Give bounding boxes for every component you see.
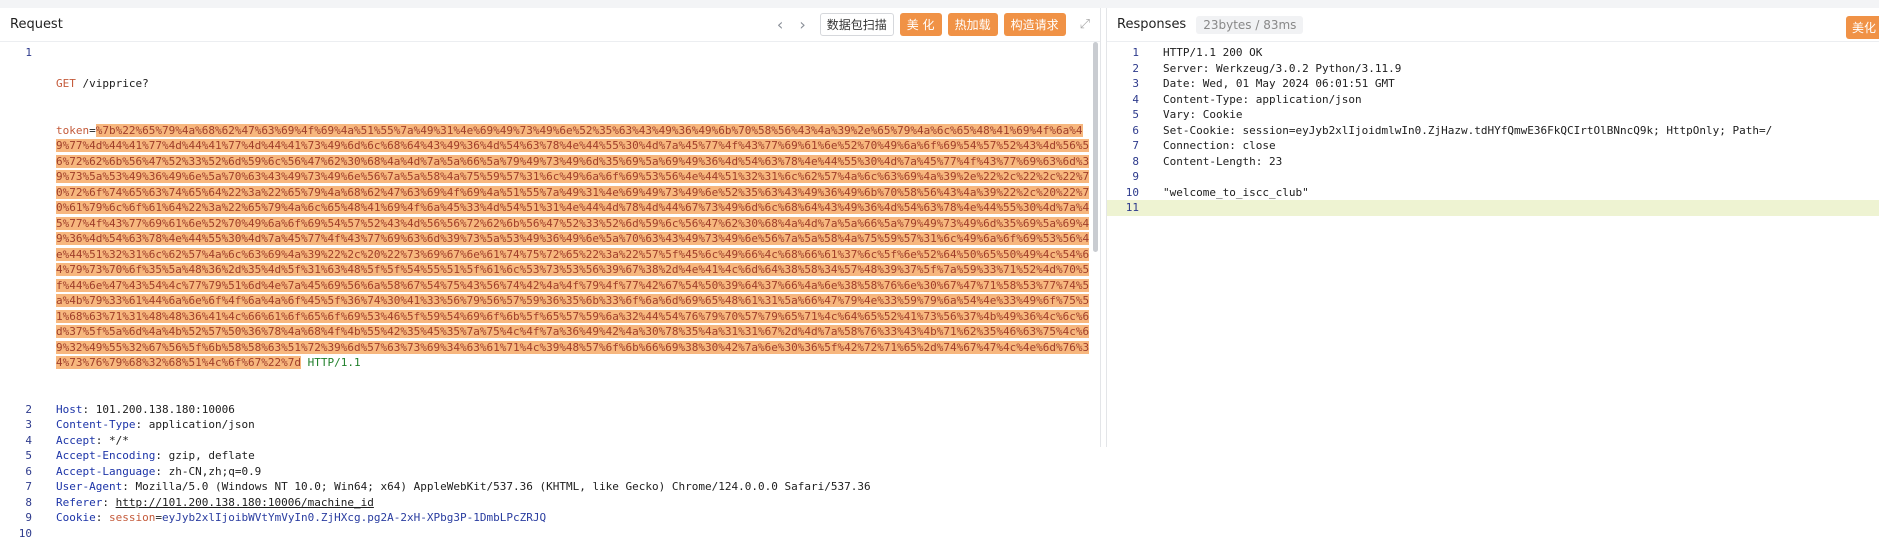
header-value-accept: */* [109, 434, 129, 447]
header-key-content-type: Content-Type [56, 418, 135, 431]
response-line: 4 Content-Type: application/json [1107, 92, 1879, 108]
response-line: 7 Connection: close [1107, 138, 1879, 154]
line-number: 1 [0, 45, 32, 402]
header-value-accept-language: zh-CN,zh;q=0.9 [169, 465, 262, 478]
header-key-host: Host [56, 403, 83, 416]
header-key-cookie: Cookie [56, 511, 96, 524]
header-key-accept: Accept [56, 434, 96, 447]
build-request-button[interactable]: 构造请求 [1004, 13, 1066, 36]
request-header: Request ‹ › 数据包扫描 美 化 热加载 构造请求 ⤢ [0, 8, 1100, 42]
packet-scan-button[interactable]: 数据包扫描 [820, 13, 894, 36]
request-title: Request [10, 17, 63, 32]
response-pane: Responses 23bytes / 83ms 美化 1 HTTP/1.1 2… [1106, 8, 1879, 447]
response-meta-badge: 23bytes / 83ms [1196, 16, 1303, 34]
editor-line: 8 Referer: http://101.200.138.180:10006/… [0, 495, 1100, 511]
expand-icon[interactable]: ⤢ [1080, 17, 1090, 32]
response-line: 5 Vary: Cookie [1107, 107, 1879, 123]
request-path: /vipprice? [83, 77, 149, 90]
header-key-referer: Referer [56, 496, 102, 509]
header-value-referer[interactable]: http://101.200.138.180:10006/machine_id [116, 496, 374, 509]
response-line: 10 "welcome_to_iscc_club" [1107, 185, 1879, 201]
response-title: Responses [1117, 17, 1186, 32]
editor-line: 6 Accept-Language: zh-CN,zh;q=0.9 [0, 464, 1100, 480]
response-header: Responses 23bytes / 83ms [1107, 8, 1879, 42]
editor-line: 3 Content-Type: application/json [0, 417, 1100, 433]
header-value-host: 101.200.138.180:10006 [96, 403, 235, 416]
header-key-accept-language: Accept-Language [56, 465, 155, 478]
response-line: 6 Set-Cookie: session=eyJyb2xlIjoidmlwIn… [1107, 123, 1879, 139]
editor-line: 9 Cookie: session=eyJyb2xlIjoibWVtYmVyIn… [0, 510, 1100, 526]
response-line: 2 Server: Werkzeug/3.0.2 Python/3.11.9 [1107, 61, 1879, 77]
editor-line: 5 Accept-Encoding: gzip, deflate [0, 448, 1100, 464]
top-strip [0, 0, 1879, 8]
response-line: 9 [1107, 169, 1879, 185]
token-key: token [56, 124, 89, 137]
request-pane: Request ‹ › 数据包扫描 美 化 热加载 构造请求 ⤢ 1 GET /… [0, 8, 1101, 447]
editor-line: 1 GET /vipprice? token=%7b%22%65%79%4a%6… [0, 45, 1100, 402]
cookie-name: session [109, 511, 155, 524]
response-body: "welcome_to_iscc_club" [1139, 185, 1879, 201]
chevron-left-icon[interactable]: ‹ [777, 15, 783, 34]
editor-line: 10 [0, 526, 1100, 541]
hot-load-button[interactable]: 热加载 [948, 13, 998, 36]
editor-line: 7 User-Agent: Mozilla/5.0 (Windows NT 10… [0, 479, 1100, 495]
header-value-user-agent: Mozilla/5.0 (Windows NT 10.0; Win64; x64… [135, 480, 870, 493]
response-line-current: 11 [1107, 200, 1879, 216]
request-scrollbar[interactable] [1090, 42, 1100, 262]
header-key-user-agent: User-Agent [56, 480, 122, 493]
scrollbar-thumb[interactable] [1093, 42, 1098, 252]
http-protocol: HTTP/1.1 [308, 356, 361, 369]
chevron-right-icon[interactable]: › [799, 15, 805, 34]
response-beautify-button[interactable]: 美化 [1846, 16, 1879, 39]
header-key-accept-encoding: Accept-Encoding [56, 449, 155, 462]
cookie-value: eyJyb2xlIjoibWVtYmVyIn0.ZjHXcg.pg2A-2xH-… [162, 511, 546, 524]
token-value[interactable]: %7b%22%65%79%4a%68%62%47%63%69%4f%69%4a%… [56, 124, 1089, 370]
header-value-content-type: application/json [149, 418, 255, 431]
response-line: 3 Date: Wed, 01 May 2024 06:01:51 GMT [1107, 76, 1879, 92]
response-viewer[interactable]: 1 HTTP/1.1 200 OK 2 Server: Werkzeug/3.0… [1107, 42, 1879, 216]
header-value-accept-encoding: gzip, deflate [169, 449, 255, 462]
http-method: GET [56, 77, 76, 90]
request-editor[interactable]: 1 GET /vipprice? token=%7b%22%65%79%4a%6… [0, 42, 1100, 541]
response-line: 8 Content-Length: 23 [1107, 154, 1879, 170]
beautify-button[interactable]: 美 化 [900, 13, 942, 36]
editor-line: 4 Accept: */* [0, 433, 1100, 449]
response-line: 1 HTTP/1.1 200 OK [1107, 45, 1879, 61]
editor-line: 2 Host: 101.200.138.180:10006 [0, 402, 1100, 418]
